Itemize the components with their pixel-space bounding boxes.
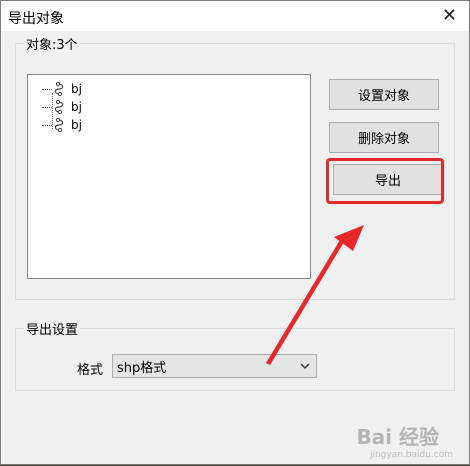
line-geometry-icon bbox=[54, 118, 64, 132]
watermark-url: jingyan.baidu.com bbox=[369, 450, 453, 460]
format-select-value: shp格式 bbox=[117, 360, 167, 376]
export-settings-legend: 导出设置 bbox=[26, 323, 79, 338]
tree-connector bbox=[42, 88, 52, 90]
tree-connector bbox=[42, 124, 52, 126]
tree-connector bbox=[42, 106, 52, 108]
object-label: bj bbox=[71, 82, 82, 96]
object-tree: bj bj bj bbox=[38, 80, 82, 134]
objects-group-legend: 对象:3个 bbox=[26, 38, 78, 53]
watermark-logo: Bai 经验 bbox=[356, 425, 439, 449]
delete-objects-button[interactable]: 删除对象 bbox=[329, 122, 439, 153]
objects-list[interactable]: bj bj bj bbox=[27, 74, 311, 279]
title-bar: 导出对象 ✕ bbox=[1, 1, 469, 31]
object-item[interactable]: bj bbox=[38, 80, 82, 98]
format-label: 格式 bbox=[77, 363, 104, 378]
line-geometry-icon bbox=[54, 82, 64, 96]
object-label: bj bbox=[71, 100, 82, 114]
object-label: bj bbox=[71, 118, 82, 132]
close-icon[interactable]: ✕ bbox=[442, 5, 457, 26]
export-button-highlight bbox=[326, 158, 444, 204]
set-objects-button[interactable]: 设置对象 bbox=[329, 79, 439, 110]
object-item[interactable]: bj bbox=[38, 98, 82, 116]
line-geometry-icon bbox=[54, 100, 64, 114]
object-item[interactable]: bj bbox=[38, 116, 82, 134]
format-select[interactable]: shp格式 bbox=[112, 354, 317, 378]
chevron-down-icon bbox=[300, 363, 310, 369]
export-objects-dialog: 导出对象 ✕ 对象:3个 bj bj bj 设置对象 删除对象 导出 导出设置 … bbox=[0, 0, 470, 465]
dialog-title: 导出对象 bbox=[8, 11, 64, 27]
